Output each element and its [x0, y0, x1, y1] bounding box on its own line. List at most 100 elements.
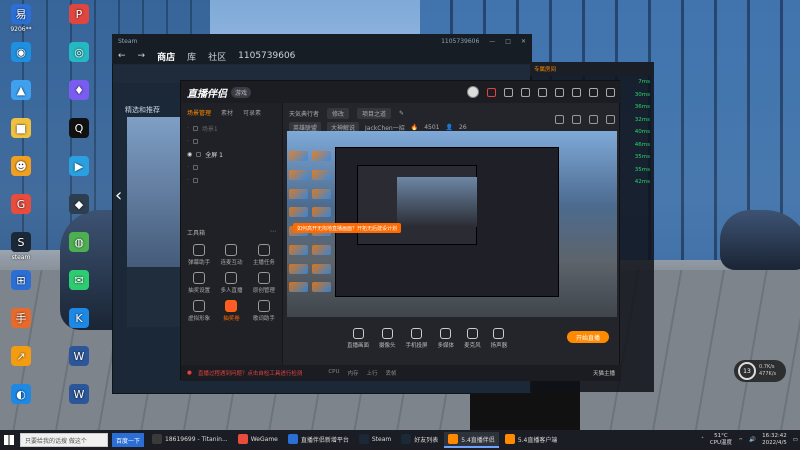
taskbar-app[interactable]: 好友列表	[397, 432, 442, 448]
search-input[interactable]: 只要给我的话搜 做这个	[20, 433, 108, 447]
steam-nav-community[interactable]: 社区	[208, 50, 226, 63]
steam-account-small[interactable]: 1105739606	[441, 38, 479, 45]
minimize-icon[interactable]	[572, 87, 581, 97]
scene-item[interactable]: ·	[181, 161, 282, 174]
app-mode-badge[interactable]: 游戏	[231, 86, 252, 98]
taskbar-app[interactable]: Steam	[355, 432, 395, 448]
edit-icon[interactable]: ✎	[399, 110, 404, 117]
volume-icon[interactable]: 🔊	[749, 437, 756, 443]
eye-icon[interactable]: ·	[187, 125, 189, 132]
cpu-temperature[interactable]: 51°C CPU温度	[710, 433, 732, 447]
steam-nav-store[interactable]: 商店	[157, 50, 175, 63]
desktop-icon[interactable]: ◉	[4, 42, 38, 64]
avatar[interactable]	[467, 86, 479, 98]
desktop-icon[interactable]: ↗	[4, 346, 38, 368]
close-icon[interactable]	[606, 87, 615, 97]
menu-icon[interactable]	[555, 87, 564, 97]
notification-icon[interactable]: ▭	[793, 437, 798, 443]
steam-menu[interactable]: Steam	[118, 38, 137, 45]
desktop-icon[interactable]: 手	[4, 308, 38, 330]
steam-nav-account[interactable]: 1105739606	[238, 51, 295, 61]
close-icon[interactable]: ✕	[521, 38, 526, 45]
tool-item[interactable]: 弹幕助手	[183, 244, 215, 266]
tool-item[interactable]: 歌词助手	[248, 300, 280, 322]
desktop-icon[interactable]: ✉	[62, 270, 96, 292]
record-icon[interactable]	[487, 87, 496, 97]
tool-item[interactable]: 抽奖设置	[183, 272, 215, 294]
desktop-icon[interactable]: ▶	[62, 156, 96, 178]
source-button[interactable]: 多媒体	[438, 327, 454, 349]
stream-preview[interactable]: 如何高开无拘地直播画面？开拓无后建设计划	[287, 131, 617, 317]
tool-item[interactable]: 主播任务	[248, 244, 280, 266]
desktop-icon[interactable]: ◐	[4, 384, 38, 406]
desktop-icon[interactable]: P	[62, 4, 96, 26]
tab-2[interactable]: 可录素	[243, 108, 261, 117]
tab-1[interactable]: 素材	[221, 108, 233, 117]
more-icon[interactable]: ⋯	[270, 228, 276, 237]
desktop-icon[interactable]: ⊞	[4, 270, 38, 292]
settings-icon[interactable]	[521, 87, 530, 97]
tool-item[interactable]: 原创管理	[248, 272, 280, 294]
desktop-icon[interactable]: Q	[62, 118, 96, 140]
desktop-icon[interactable]: K	[62, 308, 96, 330]
streaming-app-window[interactable]: 直播伴侣 游戏 场景管理 素材 可录素 · 场景1 · ◉ 全屏 1 · · 工具箱 ⋯ 弹幕助…	[180, 80, 621, 381]
search-button[interactable]: 百度一下	[112, 433, 145, 447]
source-button[interactable]: 手机投屏	[406, 327, 428, 349]
scene-item[interactable]: ·	[181, 135, 282, 148]
eye-icon[interactable]: ·	[187, 177, 189, 184]
tool-item[interactable]: 虚拟形象	[183, 300, 215, 322]
tool-item[interactable]: 多人直播	[215, 272, 247, 294]
tab-0[interactable]: 场景管理	[187, 108, 211, 117]
fullscreen-icon[interactable]	[606, 115, 615, 124]
layout-icon[interactable]	[572, 115, 581, 124]
taskbar-app[interactable]: 5.4直播客户端	[501, 432, 562, 448]
taskbar-app[interactable]: WeGame	[234, 432, 282, 448]
taskbar-app[interactable]: 直播伴侣新增平台	[284, 432, 353, 448]
scene-item[interactable]: ·	[181, 174, 282, 187]
eye-icon[interactable]: ◉	[187, 151, 192, 158]
back-icon[interactable]: ←	[118, 51, 126, 61]
tip-toast[interactable]: 如何高开无拘地直播画面？开拓无后建设计划	[293, 223, 402, 233]
minimize-icon[interactable]: —	[489, 38, 495, 45]
clock[interactable]: 16:32:42 2022/4/5	[762, 433, 787, 447]
edit-title-button[interactable]: 修改	[327, 108, 350, 119]
desktop-icon[interactable]: ◍	[62, 232, 96, 254]
steam-nav-library[interactable]: 库	[187, 50, 196, 63]
desktop-icon[interactable]: W	[62, 346, 96, 368]
desktop-icon[interactable]: G	[4, 194, 38, 216]
network-icon[interactable]: ⌔	[738, 437, 743, 444]
source-button[interactable]: 摄像头	[379, 327, 396, 349]
taskbar-app[interactable]: 5.4直播伴侣	[444, 432, 499, 448]
status-warning[interactable]: 直播过程遇到问题？点击自检工具进行检测	[198, 369, 303, 377]
skin-icon[interactable]	[538, 87, 547, 97]
forward-icon[interactable]: →	[138, 51, 146, 61]
desktop-icon[interactable]: ♦	[62, 80, 96, 102]
desktop-icon[interactable]: ◆	[62, 194, 96, 216]
source-button[interactable]: 扬声器	[491, 327, 507, 349]
desktop-icon[interactable]: 易 9206**	[4, 4, 38, 33]
tool-item[interactable]: 抽奖卷	[215, 300, 247, 322]
camera-icon[interactable]	[589, 115, 598, 124]
start-stream-button[interactable]: 开始直播	[567, 331, 609, 343]
message-icon[interactable]	[504, 87, 513, 97]
performance-widget[interactable]: 13 0.7K/s 477K/s	[734, 360, 786, 382]
project-button[interactable]: 项目之道	[357, 108, 392, 119]
taskbar-app[interactable]: 18619699 - Titanin...	[148, 432, 232, 448]
lock-icon[interactable]	[555, 115, 564, 124]
desktop-icon[interactable]: ■	[4, 118, 38, 140]
tool-item[interactable]: 连麦互动	[215, 244, 247, 266]
scene-item[interactable]: · 场景1	[181, 122, 282, 135]
source-button[interactable]: 麦克风	[464, 327, 481, 349]
desktop-icon[interactable]: ◎	[62, 42, 96, 64]
eye-icon[interactable]: ·	[187, 138, 189, 145]
desktop-icon[interactable]: ▲	[4, 80, 38, 102]
chevron-up-icon[interactable]: ˄	[701, 437, 704, 443]
chevron-left-icon[interactable]: ‹	[115, 185, 122, 206]
scene-item[interactable]: ◉ 全屏 1	[181, 148, 282, 161]
desktop-icon[interactable]: ☻	[4, 156, 38, 178]
windows-start-icon[interactable]	[2, 433, 16, 447]
eye-icon[interactable]: ·	[187, 164, 189, 171]
desktop-icon[interactable]: Ssteam	[4, 232, 38, 261]
maximize-icon[interactable]: □	[505, 38, 511, 45]
maximize-icon[interactable]	[589, 87, 598, 97]
